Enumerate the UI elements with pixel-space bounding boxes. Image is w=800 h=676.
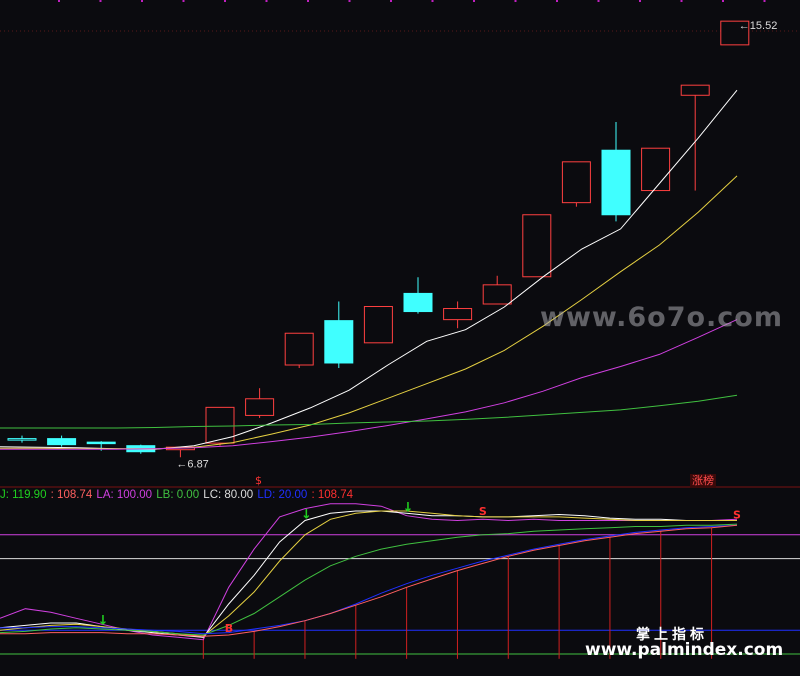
limit-up-badge[interactable]: 涨榜 (690, 474, 716, 488)
candle-body (680, 84, 710, 96)
legend-item: J: 119.90 (0, 489, 50, 501)
top-dot (348, 0, 351, 2)
candle-body (601, 149, 631, 216)
candle-body (363, 306, 393, 344)
candle-body (522, 214, 552, 278)
legend-item: LD: 20.00 (257, 489, 311, 501)
top-dot (182, 0, 185, 2)
candle (7, 435, 37, 443)
watermark-url: www.palmindex.com (585, 640, 784, 660)
candle (47, 435, 77, 447)
signal-marker: S (733, 509, 741, 522)
candle (324, 301, 354, 369)
top-dot (597, 0, 600, 2)
top-dot (431, 0, 434, 2)
signal-marker: ↓ (301, 508, 312, 523)
top-dot (141, 0, 143, 2)
candle-body (47, 438, 77, 446)
ma-line (0, 394, 738, 429)
chart-canvas: ←15.52 ←6.87 ↓ ↓ ↓ B S S (0, 0, 800, 659)
candle (363, 306, 393, 344)
indicator-line (0, 510, 737, 638)
top-dot (680, 0, 683, 2)
candle (403, 277, 433, 314)
candle (284, 332, 314, 369)
signal-marker: S (479, 505, 487, 518)
legend-item: LB: 0.00 (156, 489, 203, 501)
candlestick-series (7, 20, 750, 458)
candle (482, 275, 512, 305)
candle (245, 388, 275, 418)
top-dot (639, 0, 641, 2)
legend-item: LA: 100.00 (96, 489, 156, 501)
indicator-line (0, 523, 738, 636)
candle-body (86, 441, 116, 445)
legend-item: : 108.74 (311, 489, 354, 501)
ma-line (0, 89, 738, 450)
top-dot (722, 0, 724, 2)
candle-body (482, 284, 512, 305)
top-dot (763, 0, 766, 2)
candle (561, 161, 591, 207)
top-dot (514, 0, 517, 2)
dollar-marker: $ (255, 474, 262, 487)
indicator-line (0, 503, 738, 641)
signal-marker: B (225, 622, 233, 635)
candle-body (443, 308, 473, 321)
watermark-site: www.6o7o.com (540, 302, 783, 333)
signal-marker: ↓ (98, 614, 109, 629)
candle-body (7, 438, 37, 441)
indicator-legend: J: 119.90 : 108.74 LA: 100.00 LB: 0.00 L… (0, 489, 354, 505)
top-dot (99, 0, 102, 2)
low-price-label: ←6.87 (176, 458, 208, 470)
candle-body (641, 147, 671, 192)
candle-body (245, 398, 275, 416)
candle (443, 301, 473, 329)
price-grid (0, 0, 800, 488)
candle-body (324, 320, 354, 364)
moving-average-lines (0, 89, 738, 450)
indicator-lines (0, 503, 738, 641)
top-dot (58, 0, 60, 2)
candle-body (403, 292, 433, 313)
top-dot (556, 0, 558, 2)
indicator-line (0, 524, 738, 635)
top-dot (307, 0, 309, 2)
top-dot (390, 0, 392, 2)
top-dot (224, 0, 226, 2)
indicator-line (0, 510, 737, 637)
candle (641, 147, 671, 192)
top-dot (473, 0, 475, 2)
candle (601, 121, 631, 222)
candle-body (284, 332, 314, 366)
legend-item: : 108.74 (50, 489, 96, 501)
candle (522, 214, 552, 278)
candle (680, 84, 710, 191)
high-price-label: ←15.52 (739, 20, 778, 32)
indicator-line (0, 524, 738, 637)
top-dot (265, 0, 268, 2)
candle-body (561, 161, 591, 204)
signal-marker: ↓ (403, 500, 414, 515)
legend-item: LC: 80.00 (203, 489, 257, 501)
